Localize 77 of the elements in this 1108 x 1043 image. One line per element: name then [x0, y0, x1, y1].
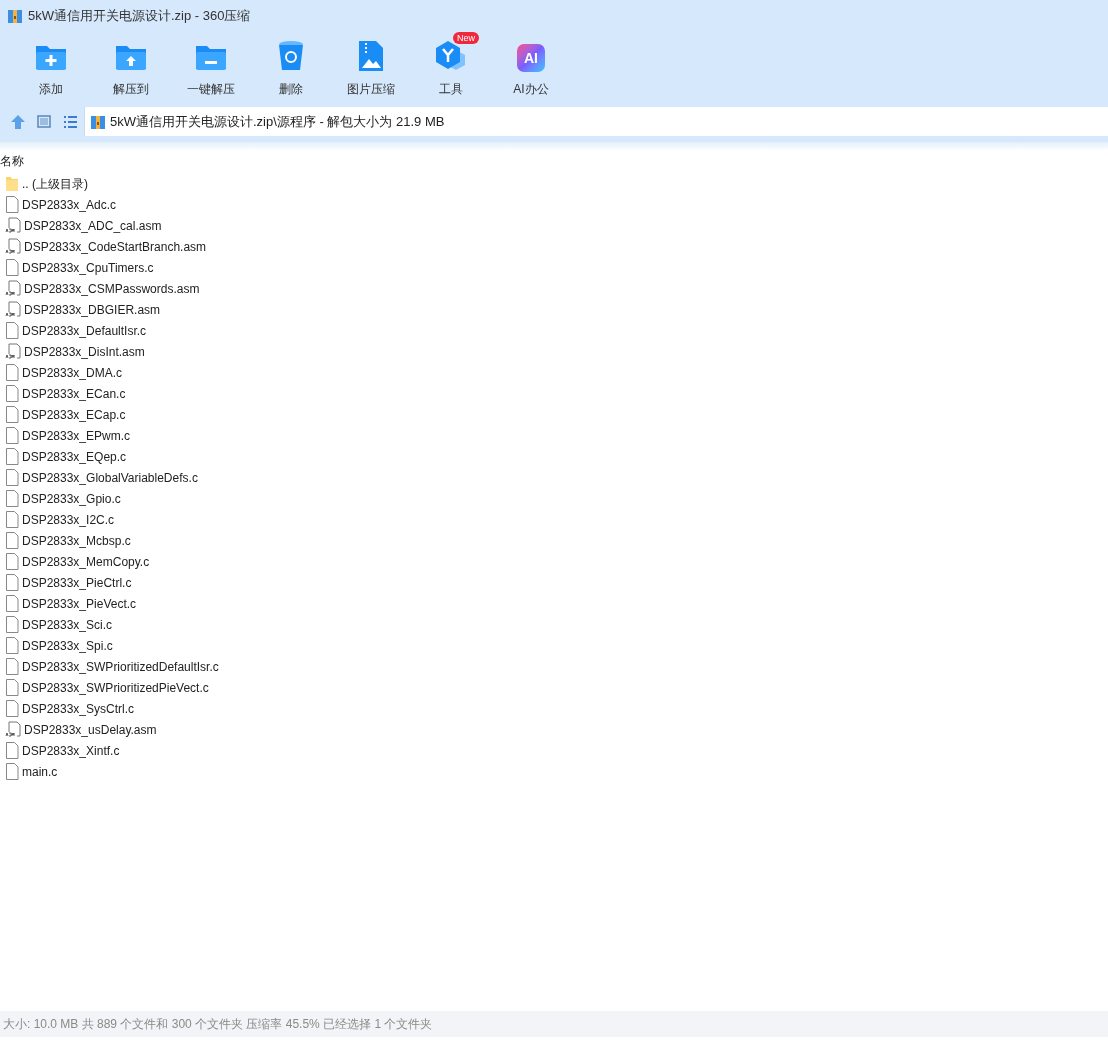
file-row[interactable]: DSP2833x_PieVect.c [5, 593, 1108, 614]
address-bar[interactable]: 5kW通信用开关电源设计.zip\源程序 - 解包大小为 21.9 MB [84, 107, 1108, 136]
file-row[interactable]: DSP2833x_Mcbsp.c [5, 530, 1108, 551]
asm-file-icon [5, 217, 21, 234]
window-title: 5kW通信用开关电源设计.zip - 360压缩 [28, 7, 251, 26]
file-row[interactable]: DSP2833x_ECap.c [5, 404, 1108, 425]
file-row[interactable]: DSP2833x_CodeStartBranch.asm [5, 236, 1108, 257]
toolbar-button[interactable]: 删除 [251, 32, 331, 98]
file-row[interactable]: DSP2833x_usDelay.asm [5, 719, 1108, 740]
asm-file-icon [5, 343, 21, 360]
file-row[interactable]: DSP2833x_Adc.c [5, 194, 1108, 215]
file-icon [5, 637, 19, 654]
file-icon [5, 511, 19, 528]
file-row[interactable]: DSP2833x_Spi.c [5, 635, 1108, 656]
file-icon [5, 574, 19, 591]
toolbar-button[interactable]: 解压到 [91, 32, 171, 98]
file-icon [5, 196, 19, 213]
file-row[interactable]: DSP2833x_CSMPasswords.asm [5, 278, 1108, 299]
file-icon [5, 364, 19, 381]
asm-file-icon [5, 238, 21, 255]
file-row[interactable]: DSP2833x_Sci.c [5, 614, 1108, 635]
file-row[interactable]: DSP2833x_PieCtrl.c [5, 572, 1108, 593]
file-row[interactable]: DSP2833x_SWPrioritizedDefaultIsr.c [5, 656, 1108, 677]
file-row[interactable]: DSP2833x_DisInt.asm [5, 341, 1108, 362]
archive-icon [7, 8, 23, 24]
file-row[interactable]: DSP2833x_EQep.c [5, 446, 1108, 467]
file-icon [5, 553, 19, 570]
toolbar-button[interactable]: 添加 [11, 32, 91, 98]
file-icon [5, 322, 19, 339]
file-icon [5, 658, 19, 675]
archive-icon [90, 113, 106, 130]
file-row[interactable]: DSP2833x_SWPrioritizedPieVect.c [5, 677, 1108, 698]
file-row[interactable]: DSP2833x_Gpio.c [5, 488, 1108, 509]
file-row[interactable]: .. (上级目录) [5, 173, 1108, 194]
file-icon [5, 259, 19, 276]
file-row[interactable]: DSP2833x_DMA.c [5, 362, 1108, 383]
file-icon [5, 742, 19, 759]
address-path: 5kW通信用开关电源设计.zip\源程序 - 解包大小为 21.9 MB [110, 112, 445, 131]
file-row[interactable]: DSP2833x_ECan.c [5, 383, 1108, 404]
asm-file-icon [5, 280, 21, 297]
file-row[interactable]: DSP2833x_DBGIER.asm [5, 299, 1108, 320]
file-row[interactable]: DSP2833x_DefaultIsr.c [5, 320, 1108, 341]
status-text: 大小: 10.0 MB 共 889 个文件和 300 个文件夹 压缩率 45.5% 已经选择 1 个文件夹 [3, 1016, 433, 1033]
column-header[interactable]: 名称 [0, 152, 24, 170]
file-row[interactable]: DSP2833x_SysCtrl.c [5, 698, 1108, 719]
file-row[interactable]: DSP2833x_EPwm.c [5, 425, 1108, 446]
file-row[interactable]: DSP2833x_ADC_cal.asm [5, 215, 1108, 236]
hexagon-y-icon [434, 40, 468, 72]
toolbar-button[interactable]: AI AI办公 [491, 32, 571, 98]
asm-file-icon [5, 301, 21, 318]
file-icon [5, 616, 19, 633]
file-row[interactable]: DSP2833x_GlobalVariableDefs.c [5, 467, 1108, 488]
file-icon [5, 532, 19, 549]
file-row[interactable]: main.c [5, 761, 1108, 782]
file-icon [5, 679, 19, 696]
folder-icon [5, 175, 19, 192]
file-row[interactable]: DSP2833x_CpuTimers.c [5, 257, 1108, 278]
file-row[interactable]: DSP2833x_MemCopy.c [5, 551, 1108, 572]
file-icon [5, 406, 19, 423]
image-file-icon [358, 40, 384, 72]
ai-icon: AI [517, 44, 545, 72]
file-row[interactable]: DSP2833x_I2C.c [5, 509, 1108, 530]
file-icon [5, 448, 19, 465]
toolbar-button[interactable]: New 工具 [411, 32, 491, 98]
file-icon [5, 427, 19, 444]
file-icon [5, 469, 19, 486]
file-icon [5, 490, 19, 507]
file-icon [5, 595, 19, 612]
file-icon [5, 700, 19, 717]
file-icon [5, 385, 19, 402]
new-badge: New [453, 32, 479, 44]
file-icon [5, 763, 19, 780]
trash-bin-icon [277, 40, 305, 72]
toolbar-button[interactable]: 图片压缩 [331, 32, 411, 98]
toolbar-button[interactable]: 一键解压 [171, 32, 251, 98]
file-row[interactable]: DSP2833x_Xintf.c [5, 740, 1108, 761]
asm-file-icon [5, 721, 21, 738]
